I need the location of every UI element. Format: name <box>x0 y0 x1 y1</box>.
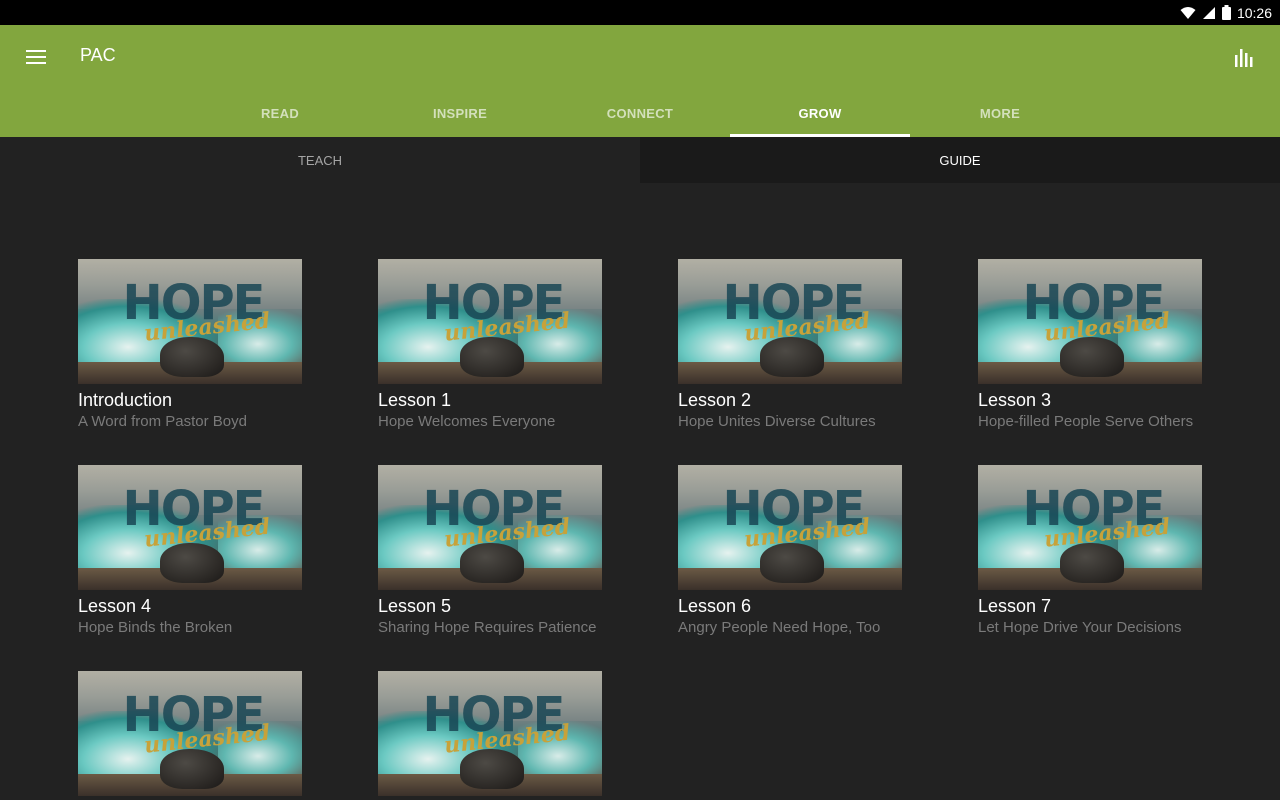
lesson-card[interactable]: HOPE unleashed Lesson 7 Let Hope Drive Your… <box>978 465 1204 638</box>
lesson-title: Lesson 1 <box>378 390 452 410</box>
tab-more[interactable]: MORE <box>910 89 1090 137</box>
bar-chart-icon[interactable] <box>1228 41 1260 73</box>
lesson-thumbnail[interactable]: HOPE unleashed <box>78 259 302 384</box>
lesson-card[interactable]: HOPE unleashed Lesson 2 Hope Unites Diverse… <box>678 259 904 432</box>
app-bar: PAC READ INSPIRE CONNECT GROW MORE <box>0 25 1280 137</box>
lesson-card[interactable]: HOPE unleashed <box>78 671 304 800</box>
lesson-title: Lesson 5 <box>378 596 452 616</box>
lesson-title: Lesson 7 <box>978 596 1052 616</box>
lesson-card[interactable]: HOPE unleashed Lesson 1 Hope Welcomes Every… <box>378 259 604 432</box>
lesson-card[interactable]: HOPE unleashed <box>378 671 604 800</box>
lesson-subtitle: Sharing Hope Requires Patience <box>378 619 597 636</box>
tab-grow[interactable]: GROW <box>730 89 910 137</box>
lesson-subtitle: A Word from Pastor Boyd <box>78 413 247 430</box>
lesson-subtitle: Hope Welcomes Everyone <box>378 413 556 430</box>
lesson-thumbnail[interactable]: HOPE unleashed <box>378 671 602 796</box>
lesson-card[interactable]: HOPE unleashed Lesson 6 Angry People Need H… <box>678 465 904 638</box>
lesson-title: Introduction <box>78 390 173 410</box>
subtab-teach[interactable]: TEACH <box>0 137 640 183</box>
app-title: PAC <box>80 45 116 65</box>
lesson-thumbnail[interactable]: HOPE unleashed <box>978 259 1202 384</box>
lesson-subtitle: Hope Binds the Broken <box>78 619 233 636</box>
lesson-thumbnail[interactable]: HOPE unleashed <box>378 259 602 384</box>
lesson-title: Lesson 6 <box>678 596 752 616</box>
lesson-thumbnail[interactable]: HOPE unleashed <box>678 465 902 590</box>
lesson-thumbnail[interactable]: HOPE unleashed <box>378 465 602 590</box>
sub-tabs: TEACH GUIDE <box>0 137 1280 183</box>
lesson-thumbnail[interactable]: HOPE unleashed <box>78 465 302 590</box>
lesson-card[interactable]: HOPE unleashed Lesson 4 Hope Binds the Brok… <box>78 465 304 638</box>
lesson-card[interactable]: HOPE unleashed Lesson 3 Hope-filled People … <box>978 259 1204 432</box>
tab-connect[interactable]: CONNECT <box>550 89 730 137</box>
subtab-guide[interactable]: GUIDE <box>640 137 1280 183</box>
lesson-subtitle: Hope Unites Diverse Cultures <box>678 413 876 430</box>
tab-inspire[interactable]: INSPIRE <box>370 89 550 137</box>
wifi-icon <box>1180 6 1196 20</box>
lesson-title: Lesson 4 <box>78 596 152 616</box>
lesson-card[interactable]: HOPE unleashed Lesson 5 Sharing Hope Requir… <box>378 465 604 638</box>
lesson-subtitle: Angry People Need Hope, Too <box>678 619 881 636</box>
status-bar: 10:26 <box>0 0 1280 25</box>
lesson-thumbnail[interactable]: HOPE unleashed <box>678 259 902 384</box>
lesson-card[interactable]: HOPE unleashed Introduction A Word from Pas… <box>78 259 304 432</box>
lesson-thumbnail[interactable]: HOPE unleashed <box>78 671 302 796</box>
menu-icon[interactable] <box>20 41 52 73</box>
lesson-title: Lesson 3 <box>978 390 1052 410</box>
lesson-title: Lesson 2 <box>678 390 752 410</box>
battery-icon <box>1221 5 1231 20</box>
main-tabs: READ INSPIRE CONNECT GROW MORE <box>190 89 1090 137</box>
lesson-thumbnail[interactable]: HOPE unleashed <box>978 465 1202 590</box>
lesson-subtitle: Hope-filled People Serve Others <box>978 413 1194 430</box>
cell-signal-icon <box>1202 6 1216 20</box>
tab-read[interactable]: READ <box>190 89 370 137</box>
clock: 10:26 <box>1236 4 1272 21</box>
lesson-subtitle: Let Hope Drive Your Decisions <box>978 619 1182 636</box>
